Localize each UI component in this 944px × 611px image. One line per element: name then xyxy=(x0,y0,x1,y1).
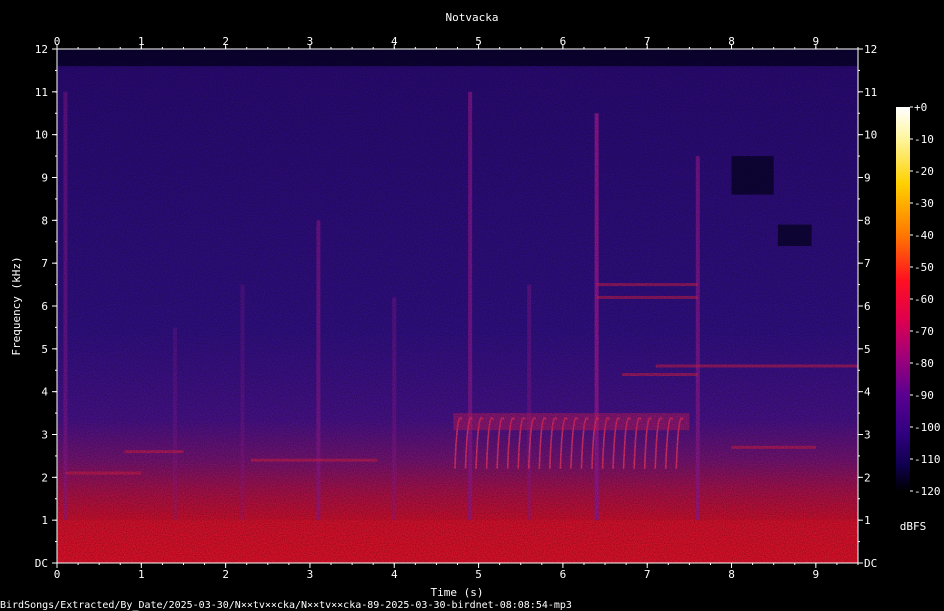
x-tick-label-top: 4 xyxy=(391,35,398,48)
spectrogram-chart: 00112233445566778899DC DC1 12 23 34 45 56 67 78 8… xyxy=(0,11,941,611)
x-tick-label-top: 8 xyxy=(728,35,735,48)
y-tick-label: 8 xyxy=(41,214,48,227)
y-tick-label: 7 xyxy=(41,257,48,270)
colorbar-tick-label: -120 xyxy=(914,485,941,498)
x-axis-label: Time (s) xyxy=(431,586,484,599)
y-tick-label: 11 xyxy=(35,86,48,99)
y-tick-label: DC xyxy=(35,557,48,570)
x-tick-label: 8 xyxy=(728,568,735,581)
x-tick-label: 2 xyxy=(222,568,229,581)
colorbar-tick-label: -70 xyxy=(914,325,934,338)
x-tick-label-top: 7 xyxy=(644,35,651,48)
colorbar-tick-label: +0 xyxy=(914,101,927,114)
spectrogram-plot xyxy=(57,49,858,563)
x-tick-label: 1 xyxy=(138,568,145,581)
colorbar-tick-label: -40 xyxy=(914,229,934,242)
colorbar-tick-label: -10 xyxy=(914,133,934,146)
colorbar-tick-label: -100 xyxy=(914,421,941,434)
y-tick-label: 4 xyxy=(41,386,48,399)
x-tick-label: 4 xyxy=(391,568,398,581)
y-tick-label: 5 xyxy=(41,343,48,356)
file-path-footer: BirdSongs/Extracted/By_Date/2025-03-30/N… xyxy=(0,600,572,611)
x-tick-label-top: 2 xyxy=(222,35,229,48)
y-tick-label: 1 xyxy=(41,514,48,527)
y-tick-label: 2 xyxy=(41,471,48,484)
x-tick-label-top: 9 xyxy=(813,35,820,48)
colorbar: +0 -10 -20 -30 -40 -50 -60 -70 -80 -90 -100 -110 -12… xyxy=(896,101,941,533)
x-tick-label-top: 5 xyxy=(475,35,482,48)
y-tick-label-right: DC xyxy=(864,557,877,570)
colorbar-tick-label: -110 xyxy=(914,453,941,466)
y-tick-label: 6 xyxy=(41,300,48,313)
x-tick-label-top: 3 xyxy=(307,35,314,48)
y-tick-label: 12 xyxy=(35,43,48,56)
x-tick-label-top: 1 xyxy=(138,35,145,48)
y-tick-label-right: 9 xyxy=(864,172,871,185)
x-tick-label: 0 xyxy=(54,568,61,581)
x-tick-label: 7 xyxy=(644,568,651,581)
colorbar-tick-label: -50 xyxy=(914,261,934,274)
y-tick-label: 3 xyxy=(41,429,48,442)
noise-texture xyxy=(57,49,858,563)
y-axis-label: Frequency (kHz) xyxy=(10,256,23,355)
y-tick-label-right: 1 xyxy=(864,514,871,527)
y-tick-label-right: 3 xyxy=(864,429,871,442)
y-tick-label-right: 2 xyxy=(864,471,871,484)
y-tick-label-right: 10 xyxy=(864,129,877,142)
y-tick-label-right: 11 xyxy=(864,86,877,99)
x-tick-label: 6 xyxy=(560,568,567,581)
colorbar-gradient xyxy=(896,107,910,491)
colorbar-tick-label: -90 xyxy=(914,389,934,402)
y-tick-label: 9 xyxy=(41,172,48,185)
y-tick-label-right: 5 xyxy=(864,343,871,356)
x-tick-label-top: 0 xyxy=(54,35,61,48)
x-tick-label: 9 xyxy=(813,568,820,581)
x-tick-label: 5 xyxy=(475,568,482,581)
y-tick-label-right: 12 xyxy=(864,43,877,56)
colorbar-label: dBFS xyxy=(900,520,927,533)
y-tick-label-right: 7 xyxy=(864,257,871,270)
colorbar-tick-label: -80 xyxy=(914,357,934,370)
chart-title: Notvacka xyxy=(446,11,499,24)
y-tick-label-right: 6 xyxy=(864,300,871,313)
x-tick-label: 3 xyxy=(307,568,314,581)
y-tick-label-right: 4 xyxy=(864,386,871,399)
colorbar-tick-label: -30 xyxy=(914,197,934,210)
y-tick-label: 10 xyxy=(35,129,48,142)
colorbar-tick-label: -60 xyxy=(914,293,934,306)
x-tick-label-top: 6 xyxy=(560,35,567,48)
y-tick-label-right: 8 xyxy=(864,214,871,227)
colorbar-tick-label: -20 xyxy=(914,165,934,178)
